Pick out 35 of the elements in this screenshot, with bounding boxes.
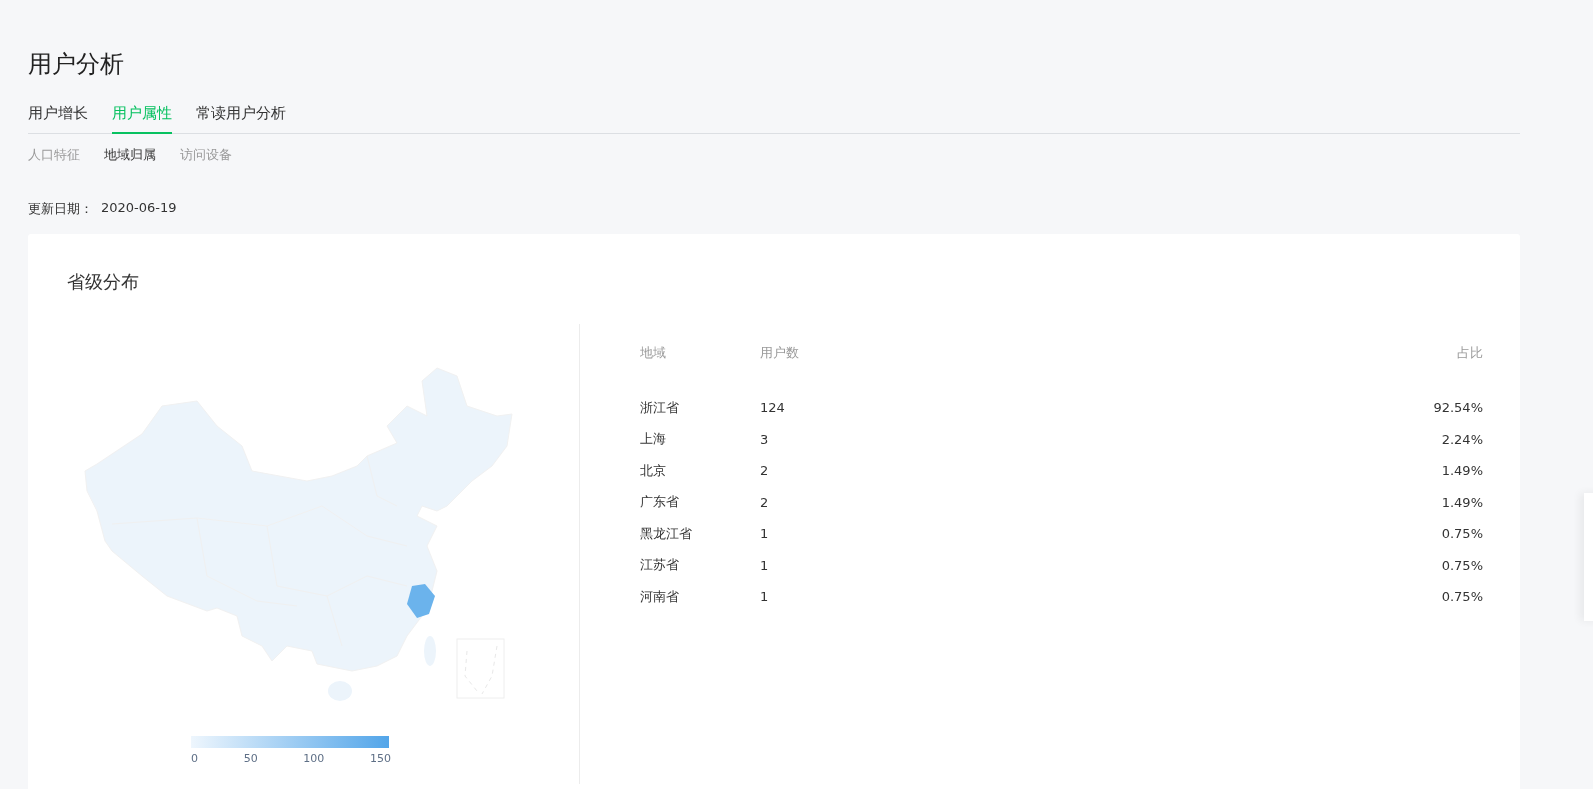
column-header: 占比 [1456, 344, 1483, 362]
legend-tick-label: 0 [191, 752, 198, 765]
update-date: 2020-06-19 [101, 200, 177, 217]
table-cell-text: 上海 [640, 430, 667, 449]
legend-tick-label: 100 [303, 752, 325, 765]
update-label: 更新日期： [28, 200, 93, 218]
table-cell-text: 2 [760, 494, 770, 510]
table-cell-text: 1.49% [1440, 494, 1483, 510]
table-cell-text: 广东省 [640, 493, 680, 512]
card-title: 省级分布 [67, 270, 140, 294]
column-header: 用户数 [760, 344, 800, 362]
table-cell-text: 1 [760, 557, 770, 573]
tab[interactable]: 常读用户分析 [196, 104, 286, 134]
tab[interactable]: 用户增长 [28, 104, 88, 134]
table-cell-text: 0.75% [1440, 589, 1483, 605]
table-cell-text: 1.49% [1440, 463, 1483, 479]
table-cell-text: 2.24% [1440, 431, 1483, 447]
table-cell-text: 北京 [640, 461, 667, 480]
table-cell-text: 1 [760, 589, 770, 605]
table-cell-text: 0.75% [1440, 526, 1483, 542]
table-cell-text: 2 [760, 463, 770, 479]
legend-tick-label: 150 [369, 752, 391, 765]
legend-tick-label: 50 [243, 752, 258, 765]
table-cell-text: 江苏省 [640, 556, 680, 575]
page-title: 用户分析 [28, 49, 125, 80]
column-header: 地域 [640, 344, 667, 362]
table-cell-text: 浙江省 [640, 398, 680, 417]
table-cell-text: 124 [760, 400, 786, 416]
subtab[interactable]: 地域归属 [104, 146, 156, 164]
table-cell-text: 92.54% [1432, 400, 1483, 416]
table-cell-text: 河南省 [640, 587, 680, 606]
table-cell-text: 3 [760, 431, 770, 447]
table-cell-text: 0.75% [1440, 557, 1483, 573]
table-cell-text: 黑龙江省 [640, 524, 693, 543]
table-cell-text: 1 [760, 526, 770, 542]
